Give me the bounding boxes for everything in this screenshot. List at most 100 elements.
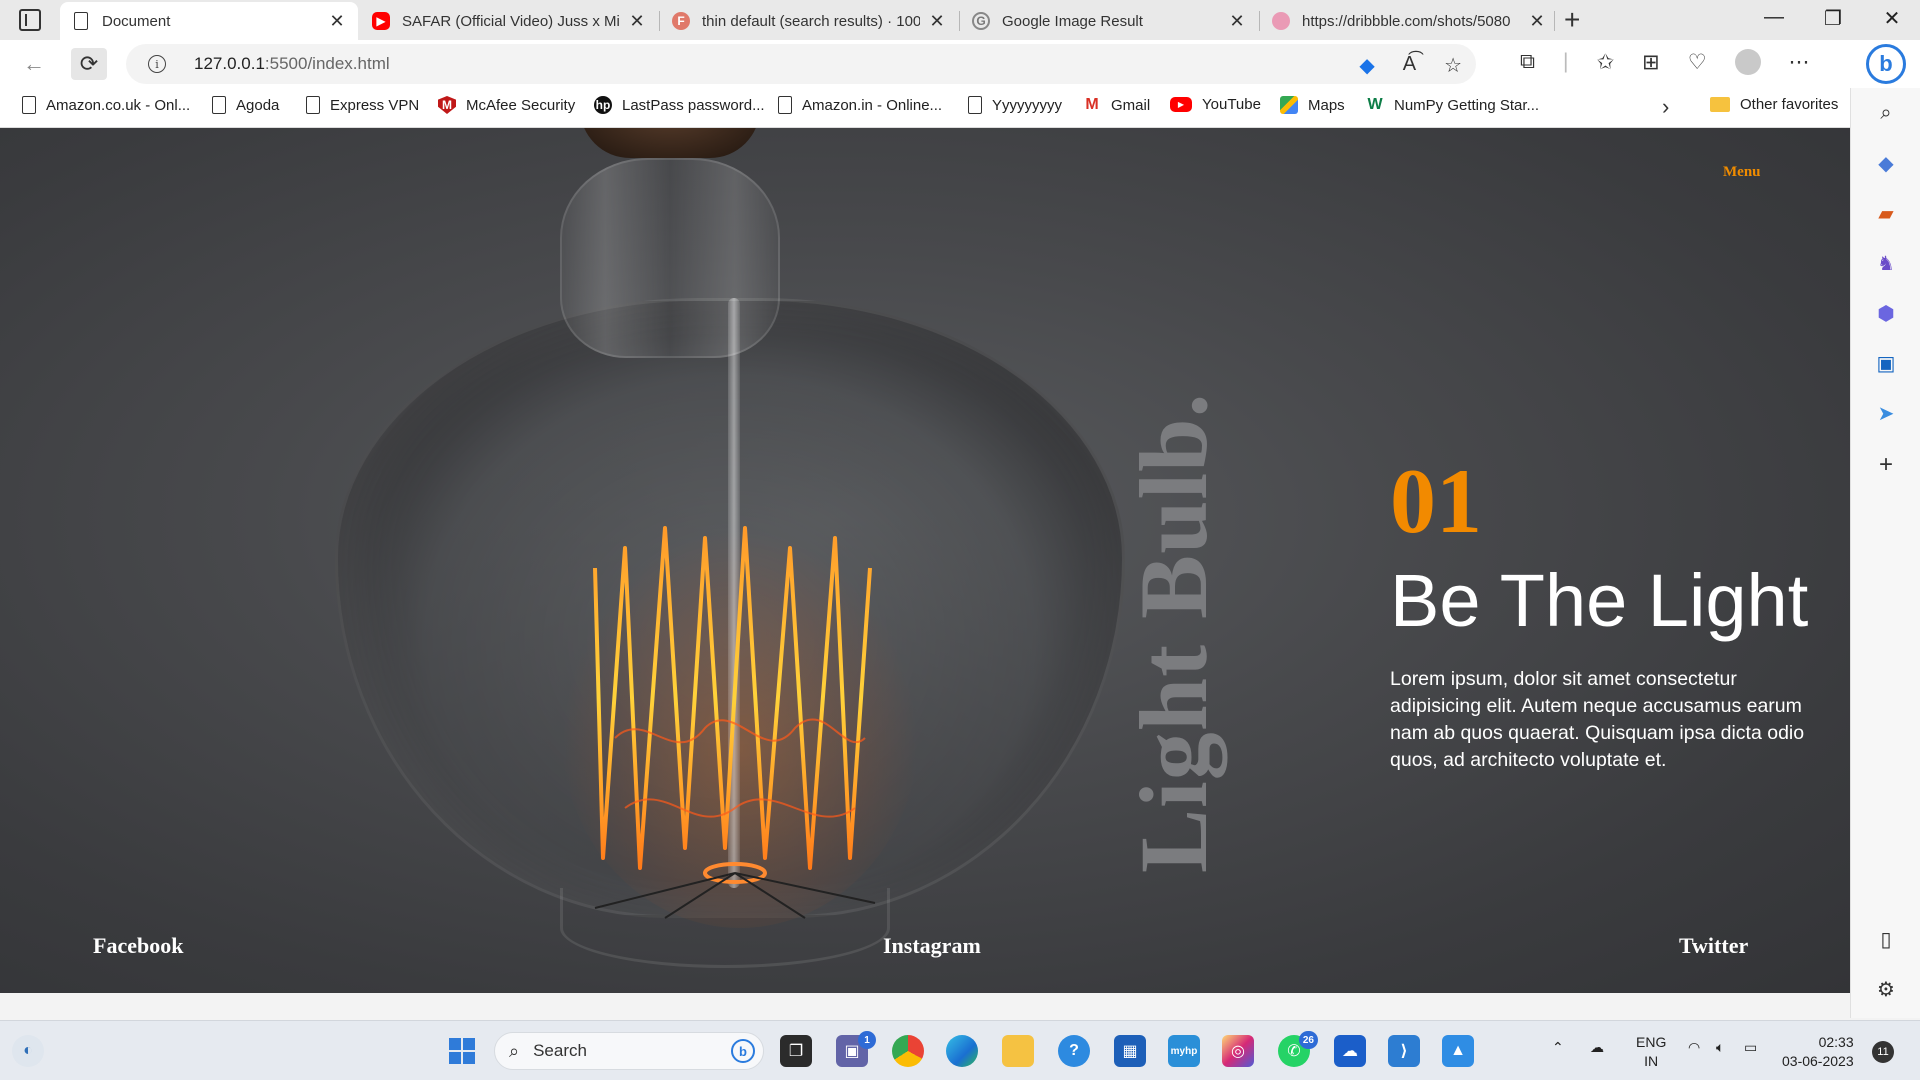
language-indicator[interactable]: ENG IN — [1636, 1033, 1666, 1071]
favorite-lastpass[interactable]: hp LastPass password... — [594, 96, 765, 114]
tab-youtube[interactable]: ▶ SAFAR (Official Video) Juss x MixS ✕ — [360, 2, 658, 40]
vscode-icon[interactable]: ⟩ — [1388, 1035, 1420, 1067]
dribbble-icon — [1272, 12, 1290, 30]
teams-icon[interactable]: ▣ 1 — [836, 1031, 876, 1067]
notification-badge[interactable]: 11 — [1872, 1041, 1894, 1063]
outlook-icon[interactable]: ▣ — [1875, 352, 1897, 375]
more-options-icon[interactable]: ⋯ — [1789, 50, 1810, 75]
site-info-icon[interactable]: i — [148, 55, 166, 73]
read-aloud-icon[interactable]: A͡ — [1403, 53, 1416, 78]
slide-title: Be The Light — [1390, 559, 1809, 642]
taskbar-search[interactable]: ⌕ Search b — [494, 1032, 764, 1070]
system-clock[interactable]: 02:33 03-06-2023 — [1782, 1033, 1854, 1071]
facebook-link[interactable]: Facebook — [93, 933, 183, 959]
close-window-icon[interactable]: ✕ — [1869, 6, 1915, 31]
favorite-yyy[interactable]: Yyyyyyyyy — [968, 96, 1062, 114]
address-bar-row: ← ⟳ i 127.0.0.1:5500/index.html ◆ A͡ ☆ ⧉… — [0, 40, 1920, 88]
close-tab-icon[interactable]: ✕ — [328, 11, 346, 32]
search-icon[interactable]: ⌕ — [1875, 102, 1897, 124]
tab-actions-icon[interactable] — [19, 9, 41, 31]
favorite-agoda[interactable]: Agoda — [212, 96, 279, 114]
shopping-tag-icon[interactable]: ◆ — [1875, 152, 1897, 175]
tab-dribbble[interactable]: https://dribbble.com/shots/5080 ✕ — [1260, 2, 1558, 40]
chevron-right-icon[interactable]: › — [1662, 94, 1669, 120]
document-icon — [306, 96, 320, 114]
hero-section: Menu Light Bulb. 01 Be The Light Lorem i… — [0, 128, 1850, 993]
instagram-link[interactable]: Instagram — [883, 933, 981, 959]
favorite-amazon-uk[interactable]: Amazon.co.uk - Onl... — [22, 96, 190, 114]
games-icon[interactable]: ♞ — [1875, 252, 1897, 275]
browser-essentials-icon[interactable]: ♡ — [1688, 50, 1707, 75]
other-favorites[interactable]: Other favorites — [1710, 96, 1838, 113]
photos-icon[interactable]: ▲ — [1442, 1035, 1474, 1067]
tools-icon[interactable]: ▰ — [1875, 202, 1897, 225]
collections-icon[interactable]: ⊞ — [1642, 50, 1660, 75]
document-icon — [22, 96, 36, 114]
tab-strip: Document ✕ ▶ SAFAR (Official Video) Juss… — [0, 0, 1920, 40]
document-icon — [968, 96, 982, 114]
tab-title: https://dribbble.com/shots/5080 — [1302, 12, 1511, 30]
task-view-icon[interactable]: ❐ — [780, 1035, 812, 1067]
volume-icon[interactable]: 🔈︎ — [1716, 1039, 1724, 1056]
quick-assist-icon[interactable]: ☁ — [1334, 1035, 1366, 1067]
address-bar[interactable]: i 127.0.0.1:5500/index.html ◆ A͡ ☆ — [126, 44, 1476, 84]
weather-icon[interactable]: ◐ — [12, 1035, 44, 1067]
new-tab-icon[interactable]: + — [1564, 4, 1580, 36]
chrome-icon[interactable] — [892, 1035, 924, 1067]
help-icon[interactable]: ? — [1058, 1035, 1090, 1067]
favorite-express-vpn[interactable]: Express VPN — [306, 96, 419, 114]
file-explorer-icon[interactable] — [1002, 1035, 1034, 1067]
favorite-numpy[interactable]: W NumPy Getting Star... — [1366, 96, 1539, 114]
favorites-icon[interactable]: ✩ — [1596, 50, 1614, 75]
favorite-mcafee[interactable]: M McAfee Security — [438, 96, 575, 114]
battery-icon[interactable]: ▭ — [1744, 1039, 1757, 1056]
extensions-icon[interactable]: ⧉ — [1520, 50, 1535, 74]
twitter-link[interactable]: Twitter — [1679, 933, 1748, 959]
tab-document[interactable]: Document ✕ — [60, 2, 358, 40]
toolbar-divider: | — [1563, 50, 1569, 73]
favorite-label: LastPass password... — [622, 96, 765, 114]
whatsapp-icon[interactable]: ✆ 26 — [1278, 1031, 1318, 1067]
close-tab-icon[interactable]: ✕ — [628, 11, 646, 32]
favorite-maps[interactable]: Maps — [1280, 96, 1345, 114]
reload-icon[interactable]: ⟳ — [71, 48, 107, 80]
microsoft-store-icon[interactable]: ▦ — [1114, 1035, 1146, 1067]
close-tab-icon[interactable]: ✕ — [1228, 11, 1246, 32]
price-tag-icon[interactable]: ◆ — [1359, 53, 1374, 78]
language-code: ENG — [1636, 1034, 1667, 1050]
tab-google-image[interactable]: G Google Image Result ✕ — [960, 2, 1258, 40]
numpy-icon: W — [1367, 96, 1383, 113]
drop-icon[interactable]: ➤ — [1875, 402, 1897, 425]
tab-title: thin default (search results) · 100 — [702, 12, 920, 30]
teams-badge: 1 — [858, 1031, 876, 1049]
url-text[interactable]: 127.0.0.1:5500/index.html — [194, 54, 390, 74]
settings-gear-icon[interactable]: ⚙ — [1875, 978, 1897, 1001]
favorite-youtube[interactable]: ▶ YouTube — [1170, 96, 1261, 113]
add-favorite-icon[interactable]: ☆ — [1444, 53, 1462, 78]
wifi-icon[interactable]: ◠ — [1688, 1039, 1700, 1056]
bing-chat-icon[interactable]: b — [1866, 44, 1906, 84]
menu-link[interactable]: Menu — [1723, 164, 1761, 181]
add-sidebar-app-icon[interactable]: + — [1875, 451, 1897, 478]
bing-icon[interactable]: b — [731, 1039, 755, 1063]
minimize-icon[interactable]: — — [1751, 6, 1797, 29]
close-tab-icon[interactable]: ✕ — [1528, 11, 1546, 32]
favorite-gmail[interactable]: M Gmail — [1083, 96, 1150, 114]
whatsapp-badge: 26 — [1298, 1031, 1318, 1049]
tab-fontawesome[interactable]: F thin default (search results) · 100 ✕ — [660, 2, 958, 40]
chevron-up-icon[interactable]: ⌃ — [1552, 1039, 1564, 1056]
instagram-icon[interactable]: ◎ — [1222, 1035, 1254, 1067]
windows-start-icon[interactable] — [446, 1035, 478, 1067]
close-tab-icon[interactable]: ✕ — [928, 11, 946, 32]
restore-icon[interactable]: ❐ — [1810, 6, 1856, 31]
tab-separator — [1554, 11, 1555, 31]
myhp-icon[interactable]: myhp — [1168, 1035, 1200, 1067]
back-arrow-icon[interactable]: ← — [16, 48, 52, 80]
edge-icon[interactable] — [946, 1035, 978, 1067]
profile-avatar[interactable] — [1734, 49, 1761, 75]
hide-sidebar-icon[interactable]: ▯ — [1875, 928, 1897, 951]
favorite-amazon-in[interactable]: Amazon.in - Online... — [778, 96, 942, 114]
onedrive-icon[interactable]: ☁ — [1590, 1039, 1604, 1056]
microsoft365-icon[interactable]: ⬢ — [1875, 302, 1897, 325]
tab-title: SAFAR (Official Video) Juss x MixS — [402, 12, 620, 30]
